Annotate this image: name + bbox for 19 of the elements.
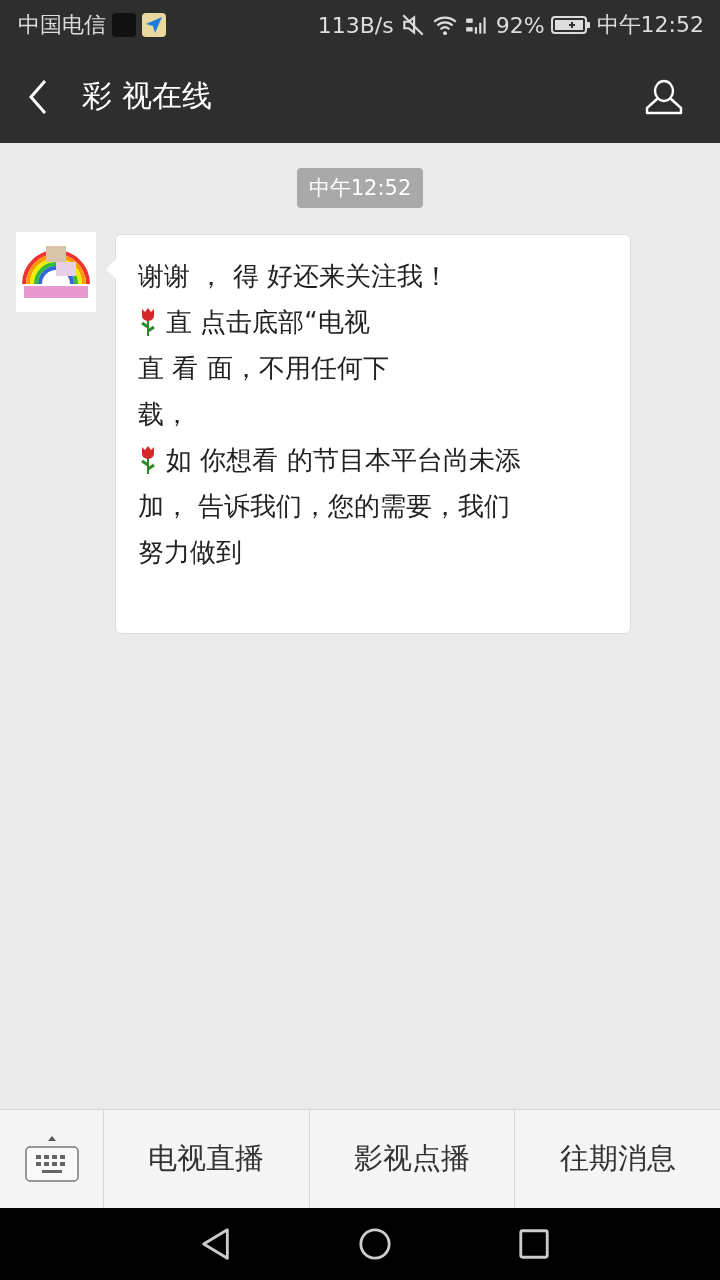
message-text: 如 你想看 的节目本平台尚未添 bbox=[166, 443, 521, 477]
keyboard-icon bbox=[23, 1135, 80, 1183]
timestamp: 中午12:52 bbox=[296, 168, 424, 208]
message-text: 加， 告诉我们，您的需要，我们 bbox=[138, 489, 511, 523]
recent-apps-icon[interactable] bbox=[517, 1227, 551, 1261]
battery-icon bbox=[550, 15, 591, 35]
message-text: 谢谢 ， 得 好还来关注我！ bbox=[138, 259, 449, 293]
message-text: 载， bbox=[138, 397, 190, 431]
clock: 中午12:52 bbox=[596, 11, 704, 39]
home-icon[interactable] bbox=[358, 1227, 392, 1261]
chat-title: 彩 视在线 bbox=[82, 77, 213, 115]
message-text: 直 点击底部“电视 bbox=[166, 305, 370, 339]
message-text: 直 看 面，不用任何下 bbox=[138, 351, 389, 385]
carrier-name: 中国电信 bbox=[18, 11, 106, 39]
message-text: 努力做到 bbox=[138, 535, 242, 569]
battery-percent: 92% bbox=[495, 12, 545, 38]
plane-icon bbox=[142, 13, 166, 37]
back-icon[interactable] bbox=[28, 78, 48, 115]
network-speed: 113B/s bbox=[317, 12, 394, 38]
